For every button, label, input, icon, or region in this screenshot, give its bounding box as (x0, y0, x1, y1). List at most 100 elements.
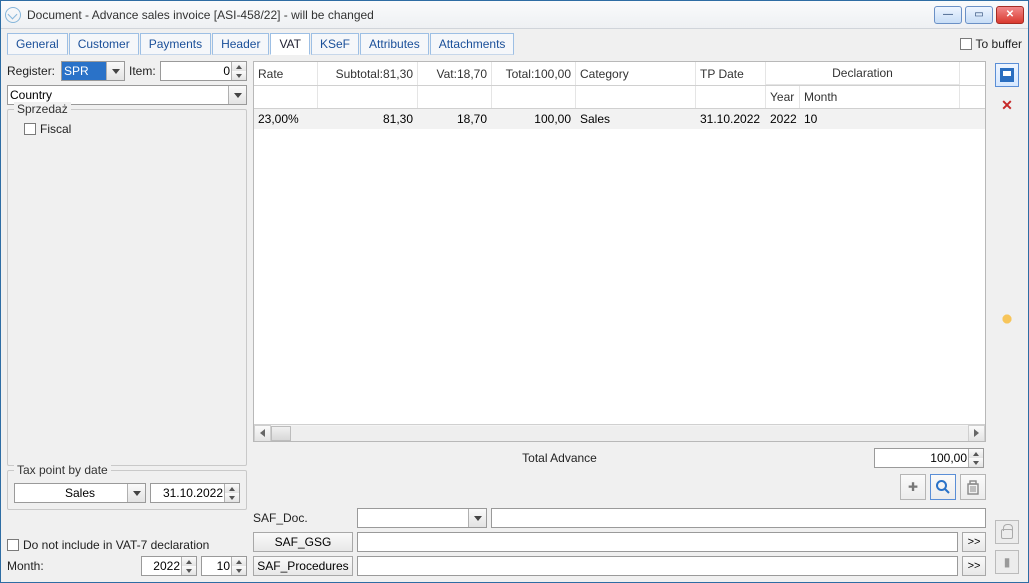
contact-button[interactable] (999, 311, 1015, 327)
saf-gsg-expand-button[interactable]: >> (962, 532, 986, 552)
sales-group: Sprzedaż Fiscal (7, 109, 247, 466)
cancel-button[interactable]: ✕ (1001, 93, 1013, 117)
spin-up-icon[interactable] (231, 62, 246, 71)
spin-down-icon[interactable] (968, 458, 983, 467)
chevron-down-icon (127, 484, 145, 502)
cell-category: Sales (576, 109, 696, 129)
vat-center-panel: Rate Subtotal:81,30 Vat:18,70 Total:100,… (253, 61, 986, 576)
col-category[interactable]: Category (576, 62, 696, 85)
col-vat[interactable]: Vat:18,70 (418, 62, 492, 85)
total-advance-label: Total Advance (253, 451, 866, 465)
tax-point-date-input[interactable]: 31.10.2022 (150, 483, 240, 503)
total-advance-input[interactable]: 100,00 (874, 448, 984, 468)
col-rate[interactable]: Rate (254, 62, 318, 85)
grid-body: 23,00% 81,30 18,70 100,00 Sales 31.10.20… (254, 109, 985, 424)
tab-general[interactable]: General (7, 33, 68, 55)
delete-button[interactable] (960, 474, 986, 500)
checkbox-icon (24, 123, 36, 135)
app-icon (5, 7, 21, 23)
pin-button[interactable]: ▮ (995, 550, 1019, 574)
no-vat7-checkbox[interactable]: Do not include in VAT-7 declaration (7, 538, 247, 552)
cell-month: 10 (800, 109, 960, 129)
window-title: Document - Advance sales invoice [ASI-45… (27, 8, 934, 22)
tax-point-date-value: 31.10.2022 (163, 486, 223, 500)
cell-tpdate: 31.10.2022 (696, 109, 766, 129)
close-icon: ✕ (1001, 97, 1013, 114)
saf-doc-select[interactable] (357, 508, 487, 528)
scroll-track[interactable] (271, 426, 968, 441)
col-month[interactable]: Month (800, 86, 960, 108)
tab-header[interactable]: Header (212, 33, 269, 55)
tab-customer[interactable]: Customer (69, 33, 139, 55)
plus-icon: ✚ (908, 480, 918, 494)
sales-group-legend: Sprzedaż (14, 102, 71, 116)
spin-up-icon[interactable] (231, 557, 246, 566)
vat-left-panel: Register: SPR Item: 0 Country Sprzedaż (7, 61, 247, 576)
spin-down-icon[interactable] (181, 566, 196, 575)
fiscal-checkbox[interactable]: Fiscal (24, 122, 240, 136)
col-declaration[interactable]: Declaration (766, 62, 960, 85)
add-button[interactable]: ✚ (900, 474, 926, 500)
grid-row[interactable]: 23,00% 81,30 18,70 100,00 Sales 31.10.20… (254, 109, 985, 129)
saf-doc-label: SAF_Doc. (253, 511, 353, 525)
saf-gsg-input[interactable] (357, 532, 958, 552)
tab-attributes[interactable]: Attributes (360, 33, 429, 55)
tab-vat[interactable]: VAT (270, 33, 310, 55)
trash-icon (966, 480, 980, 495)
item-spinner[interactable]: 0 (160, 61, 247, 81)
window-minimize-button[interactable]: — (934, 6, 962, 24)
app-window: Document - Advance sales invoice [ASI-45… (0, 0, 1029, 583)
spin-up-icon[interactable] (224, 484, 239, 493)
tab-bar: General Customer Payments Header VAT KSe… (1, 29, 1028, 55)
spin-down-icon[interactable] (224, 493, 239, 502)
decl-month-input[interactable]: 10 (201, 556, 247, 576)
cell-year: 2022 (766, 109, 800, 129)
decl-year-input[interactable]: 2022 (141, 556, 197, 576)
col-total[interactable]: Total:100,00 (492, 62, 576, 85)
saf-doc-input[interactable] (491, 508, 986, 528)
scroll-right-icon[interactable] (968, 425, 985, 442)
window-maximize-button[interactable]: ▭ (965, 6, 993, 24)
chevron-down-icon (106, 62, 124, 80)
month-label: Month: (7, 559, 137, 573)
preview-button[interactable] (930, 474, 956, 500)
register-label: Register: (7, 64, 57, 78)
right-toolbar: ✕ ▮ (992, 61, 1022, 576)
tax-point-type-select[interactable]: Sales (14, 483, 146, 503)
col-tpdate[interactable]: TP Date (696, 62, 766, 85)
saf-gsg-button[interactable]: SAF_GSG (253, 532, 353, 552)
saf-procedures-input[interactable] (357, 556, 958, 576)
tab-attachments[interactable]: Attachments (430, 33, 515, 55)
country-value: Country (10, 88, 52, 102)
window-close-button[interactable]: ✕ (996, 6, 1024, 24)
col-year[interactable]: Year (766, 86, 800, 108)
register-value: SPR (64, 64, 89, 78)
tab-payments[interactable]: Payments (140, 33, 211, 55)
register-select[interactable]: SPR (61, 61, 125, 81)
vat-grid[interactable]: Rate Subtotal:81,30 Vat:18,70 Total:100,… (253, 61, 986, 442)
floppy-icon (1000, 68, 1014, 82)
spin-down-icon[interactable] (231, 71, 246, 80)
spin-down-icon[interactable] (231, 566, 246, 575)
lock-button[interactable] (995, 520, 1019, 544)
saf-procedures-button[interactable]: SAF_Procedures (253, 556, 353, 576)
saf-procedures-expand-button[interactable]: >> (962, 556, 986, 576)
col-subtotal[interactable]: Subtotal:81,30 (318, 62, 418, 85)
grid-hscrollbar[interactable] (254, 424, 985, 441)
decl-month-value: 10 (217, 559, 230, 573)
to-buffer-checkbox[interactable]: To buffer (960, 37, 1022, 51)
total-advance-value: 100,00 (930, 451, 967, 465)
tax-point-group: Tax point by date Sales 31.10.2022 (7, 470, 247, 510)
tax-point-legend: Tax point by date (14, 463, 111, 477)
checkbox-icon (7, 539, 19, 551)
scroll-left-icon[interactable] (254, 425, 271, 442)
person-star-icon (999, 311, 1015, 327)
spin-up-icon[interactable] (181, 557, 196, 566)
save-button[interactable] (995, 63, 1019, 87)
tax-point-type-value: Sales (65, 486, 95, 500)
tab-ksef[interactable]: KSeF (311, 33, 359, 55)
fiscal-label: Fiscal (40, 122, 71, 136)
spin-up-icon[interactable] (968, 449, 983, 458)
lock-open-icon (1001, 529, 1013, 539)
scroll-thumb[interactable] (271, 426, 291, 441)
